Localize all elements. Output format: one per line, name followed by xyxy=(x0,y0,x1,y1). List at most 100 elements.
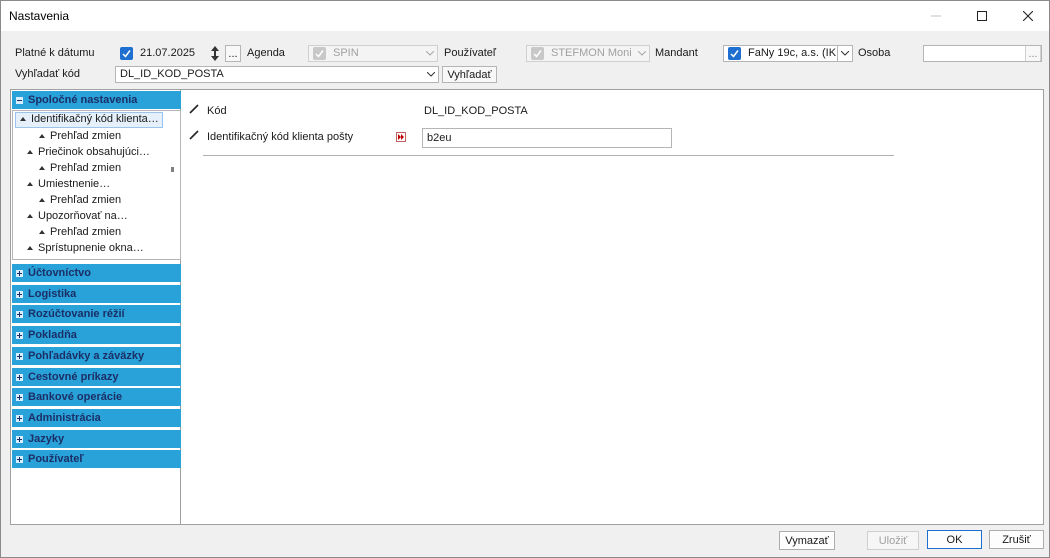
close-button[interactable] xyxy=(1005,1,1050,31)
collapse-icon xyxy=(16,96,23,104)
group-label: Bankové operácie xyxy=(28,391,123,403)
check-icon xyxy=(730,50,739,58)
date-value: 21.07.2025 xyxy=(140,47,196,59)
tree-item-label: Prehľad zmien xyxy=(50,194,122,206)
mandant-checkbox[interactable] xyxy=(728,47,741,60)
ok-label: OK xyxy=(946,533,963,546)
maximize-button[interactable] xyxy=(959,1,1005,31)
pouzivatel-value: STEFMON Moni xyxy=(551,47,632,59)
expand-icon xyxy=(16,290,23,298)
settings-navigator: Spoločné nastavenia Identifikačný kód kl… xyxy=(10,89,181,525)
expand-icon xyxy=(16,352,23,360)
platne-label: Platné k dátumu xyxy=(15,47,95,59)
check-icon xyxy=(122,50,131,58)
tree-item-spristupnenie[interactable]: Sprístupnenie okna… xyxy=(27,242,144,254)
tree-item-priecinok[interactable]: Priečinok obsahujúci… xyxy=(27,146,150,158)
group-spolocne-nastavenia[interactable]: Spoločné nastavenia xyxy=(12,91,181,109)
detail-panel: Kód DL_ID_KOD_POSTA Identifikačný kód kl… xyxy=(181,89,1044,525)
agenda-value: SPIN xyxy=(333,47,359,59)
agenda-label: Agenda xyxy=(247,47,285,59)
group-pokladna[interactable]: Pokladňa xyxy=(12,326,181,344)
expand-icon xyxy=(16,455,23,463)
spinner-icon xyxy=(211,46,219,61)
ulozit-label: Uložiť xyxy=(878,534,908,547)
ulozit-button[interactable]: Uložiť xyxy=(867,531,919,550)
check-icon xyxy=(315,50,324,58)
vymazat-button[interactable]: Vymazať xyxy=(779,531,835,550)
tree-expand-icon xyxy=(27,214,33,219)
tree-item-prehlad[interactable]: Prehľad zmien xyxy=(39,226,121,238)
mandant-label: Mandant xyxy=(655,47,698,59)
agenda-combo[interactable]: SPIN xyxy=(308,45,438,62)
group-logistika[interactable]: Logistika xyxy=(12,285,181,303)
group-pouzivatel[interactable]: Používateľ xyxy=(12,450,181,468)
tree-item-umiestnenie[interactable]: Umiestnenie… xyxy=(27,178,110,190)
maximize-icon xyxy=(977,11,987,21)
ident-value: b2eu xyxy=(427,132,452,144)
ident-label: Identifikačný kód klienta pošty xyxy=(207,131,354,143)
tree-expand-icon xyxy=(20,117,26,122)
group-label: Pohľadávky a záväzky xyxy=(28,350,145,362)
group-label: Administrácia xyxy=(28,412,101,424)
date-checkbox[interactable] xyxy=(120,47,133,60)
group-administracia[interactable]: Administrácia xyxy=(12,409,181,427)
minimize-button[interactable] xyxy=(913,1,959,31)
tree-expand-icon xyxy=(27,150,33,155)
date-ellipsis-button[interactable]: ... xyxy=(225,45,241,62)
search-combo[interactable]: DL_ID_KOD_POSTA xyxy=(115,66,439,83)
expand-icon xyxy=(16,373,23,381)
group-bankove[interactable]: Bankové operácie xyxy=(12,388,181,406)
filter-bar: Platné k dátumu 21.07.2025 ... Agenda SP… xyxy=(1,41,1049,89)
group-label: Spoločné nastavenia xyxy=(28,94,138,106)
tree-item-upozornovat[interactable]: Upozorňovať na… xyxy=(27,210,128,222)
window-title: Nastavenia xyxy=(9,9,70,23)
zrusit-button[interactable]: Zrušiť xyxy=(989,530,1044,549)
date-spinner[interactable] xyxy=(209,45,221,62)
tree-item-label: Upozorňovať na… xyxy=(38,210,128,222)
group-label: Jazyky xyxy=(28,433,65,445)
tree-scrollbar[interactable] xyxy=(171,167,174,172)
expand-icon xyxy=(16,414,23,422)
check-icon xyxy=(533,50,542,58)
expand-icon xyxy=(16,310,23,318)
tree-expand-icon xyxy=(39,166,45,171)
chevron-down-icon xyxy=(422,46,437,61)
ok-button[interactable]: OK xyxy=(927,530,982,549)
tree-item-label: Prehľad zmien xyxy=(50,226,122,238)
group-rozuctovanie[interactable]: Rozúčtovanie réžií xyxy=(12,305,181,323)
tree-expand-icon xyxy=(27,246,33,251)
tree-item-label: Priečinok obsahujúci… xyxy=(38,146,150,158)
pouzivatel-combo[interactable]: STEFMON Moni xyxy=(526,45,650,62)
tree-expand-icon xyxy=(39,134,45,139)
group-jazyky[interactable]: Jazyky xyxy=(12,430,181,448)
search-button[interactable]: Vyhľadať xyxy=(442,66,497,83)
group-label: Logistika xyxy=(28,288,77,300)
link-indicator-icon[interactable] xyxy=(396,132,406,142)
mandant-combo[interactable]: FaNy 19c, a.s. (IK xyxy=(723,45,853,62)
settings-tree[interactable]: Identifikačný kód klienta… Prehľad zmien… xyxy=(12,110,181,260)
osoba-input[interactable]: ... xyxy=(923,45,1042,62)
search-label: Vyhľadať kód xyxy=(15,68,81,80)
settings-window: Nastavenia Platné k dátumu 21.07.2025 ..… xyxy=(0,0,1050,558)
chevron-down-icon xyxy=(423,67,438,82)
group-uctovnictvo[interactable]: Účtovníctvo xyxy=(12,264,181,282)
chevron-down-icon xyxy=(837,46,852,61)
tree-expand-icon xyxy=(27,182,33,187)
group-label: Účtovníctvo xyxy=(28,267,91,279)
group-cestovne[interactable]: Cestovné príkazy xyxy=(12,368,181,386)
ident-input[interactable]: b2eu xyxy=(422,128,672,148)
tree-expand-icon xyxy=(39,198,45,203)
tree-item-identifikacny[interactable]: Identifikačný kód klienta… xyxy=(15,112,163,128)
group-pohladavky[interactable]: Pohľadávky a záväzky xyxy=(12,347,181,365)
tree-item-prehlad[interactable]: Prehľad zmien xyxy=(39,162,121,174)
tree-item-prehlad[interactable]: Prehľad zmien xyxy=(39,194,121,206)
pouzivatel-label: Používateľ xyxy=(444,47,497,59)
minimize-icon xyxy=(931,15,941,17)
pencil-icon xyxy=(189,130,199,140)
group-label: Cestovné príkazy xyxy=(28,371,119,383)
group-label: Rozúčtovanie réžií xyxy=(28,308,125,320)
osoba-ellipsis-button[interactable]: ... xyxy=(1025,46,1041,61)
tree-item-prehlad[interactable]: Prehľad zmien xyxy=(39,130,121,142)
vymazat-label: Vymazať xyxy=(785,534,829,547)
tree-expand-icon xyxy=(39,230,45,235)
